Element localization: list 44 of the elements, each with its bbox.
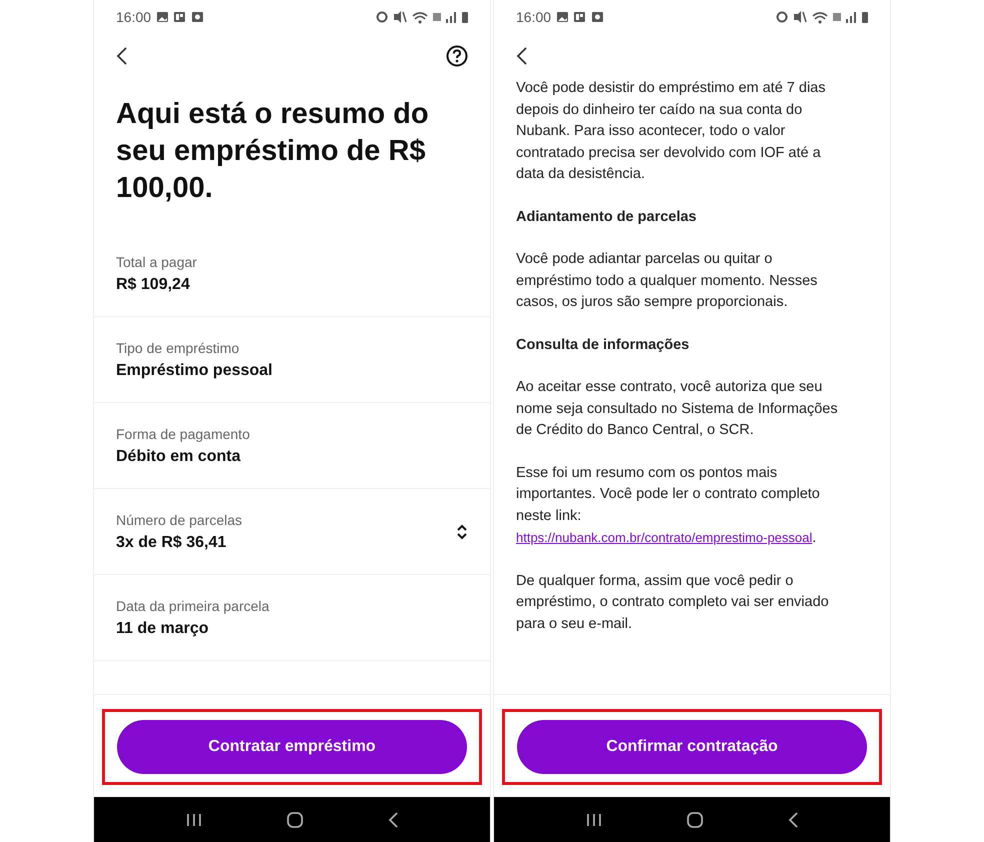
wifi-icon <box>412 10 428 24</box>
back-icon <box>116 47 128 65</box>
field-value: R$ 109,24 <box>116 276 191 294</box>
help-icon <box>446 45 468 67</box>
field-label: Data da primeira parcela <box>116 598 270 614</box>
battery-icon <box>462 12 468 22</box>
signal-icon <box>446 11 457 23</box>
paragraph: Ao aceitar esse contrato, você autoriza que seu nome seja consultado no Sistema de Informações de Crédito do Banco Central, o SCR. <box>516 378 838 440</box>
field-value: 3x de R$ 36,41 <box>116 534 228 552</box>
paragraph: Esse foi um resumo com os pontos mais importantes. Você pode ler o contrato completo neste link: https://nubank.com.br/contrato/emprestimo-pessoal. <box>516 464 821 548</box>
primary-button[interactable]: Confirmar contratação <box>517 720 867 774</box>
field-label: Tipo de empréstimo <box>116 340 240 356</box>
field-value: Empréstimo pessoal <box>116 362 274 380</box>
home-icon[interactable] <box>686 810 704 828</box>
back-button[interactable] <box>516 47 528 65</box>
back-button[interactable] <box>116 47 128 65</box>
expand-collapse-icon[interactable] <box>456 522 468 540</box>
paragraph: De qualquer forma, assim que você pedir o empréstimo, o contrato completo vai ser enviado para o seu e-mail. <box>516 572 830 634</box>
summary-title: Aqui está o resumo do seu empréstimo de R$ 100,00. <box>116 97 430 206</box>
primary-button[interactable]: Contratar empréstimo <box>117 720 467 774</box>
field-label: Forma de pagamento <box>116 426 251 442</box>
back-icon[interactable] <box>786 810 799 828</box>
paragraph: Você pode desistir do empréstimo em até 7 dias depois do dinheiro ter caído na sua conta do Nubank. Para isso acontecer, todo o valor contratado precisa ser devolvido com IOF até a data da desistência. <box>516 79 826 184</box>
contract-link[interactable]: https://nubank.com.br/contrato/emprestimo-pessoal <box>516 530 812 545</box>
back-icon[interactable] <box>386 810 399 828</box>
field-value: 11 de março <box>116 620 210 638</box>
status-time: 16:00 <box>516 9 552 25</box>
field-label: Número de parcelas <box>116 512 244 528</box>
section-heading: Consulta de informações <box>516 336 690 354</box>
wifi-icon <box>812 10 828 24</box>
mute-icon <box>793 10 807 24</box>
home-icon[interactable] <box>286 810 304 828</box>
battery-icon <box>862 12 868 22</box>
section-heading: Adiantamento de parcelas <box>516 208 698 226</box>
field-label: Total a pagar <box>116 254 198 270</box>
recent-apps-icon[interactable] <box>185 812 204 828</box>
back-icon <box>516 47 528 65</box>
signal-icon <box>846 11 857 23</box>
paragraph: Você pode adiantar parcelas ou quitar o empréstimo todo a qualquer momento. Nesses casos, os juros são sempre proporcionais. <box>516 250 818 312</box>
help-button[interactable] <box>446 45 468 67</box>
mute-icon <box>393 10 407 24</box>
recent-apps-icon[interactable] <box>585 812 604 828</box>
status-time: 16:00 <box>116 9 152 25</box>
field-value: Débito em conta <box>116 448 242 466</box>
